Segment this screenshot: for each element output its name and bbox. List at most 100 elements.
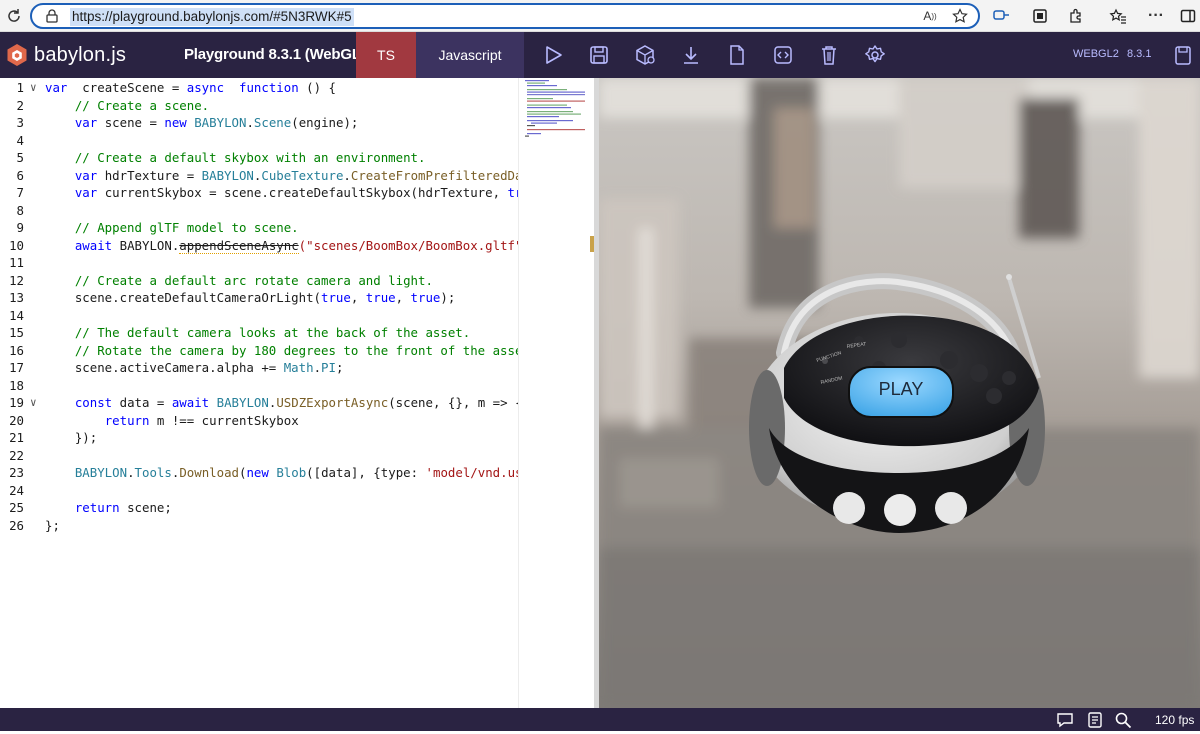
editor-minimap[interactable] (518, 78, 585, 708)
code-line[interactable]: 25 return scene; (0, 499, 518, 517)
code-token: , (395, 290, 411, 305)
inspector-icon[interactable] (634, 44, 656, 66)
line-number: 10 (9, 237, 24, 253)
code-line[interactable]: 24 (0, 482, 518, 500)
code-text[interactable]: // Rotate the camera by 180 degrees to t… (45, 342, 518, 360)
code-line[interactable]: 14 (0, 307, 518, 325)
code-text[interactable]: var createScene = async function () { (45, 79, 336, 97)
docs-icon[interactable] (1086, 711, 1104, 729)
code-text[interactable]: return scene; (45, 499, 172, 517)
tab-actions-icon[interactable] (1030, 6, 1050, 26)
code-token: currentSkybox = scene.createDefaultSkybo… (97, 185, 508, 200)
code-line[interactable]: 2 // Create a scene. (0, 97, 518, 115)
code-text[interactable]: // Create a default arc rotate camera an… (45, 272, 433, 290)
code-text[interactable]: scene.createDefaultCameraOrLight(true, t… (45, 289, 455, 307)
tab-label: TS (377, 47, 395, 63)
code-token: CubeTexture (261, 167, 344, 183)
code-line[interactable]: 26}; (0, 517, 518, 535)
code-token: function (238, 80, 299, 95)
code-line[interactable]: 9 // Append glTF model to scene. (0, 219, 518, 237)
more-options-icon[interactable]: ··· (1146, 6, 1166, 26)
favorites-icon[interactable] (1108, 6, 1128, 26)
code-text[interactable]: return m !== currentSkybox (45, 412, 299, 430)
code-line[interactable]: 22 (0, 447, 518, 465)
code-line[interactable]: 16 // Rotate the camera by 180 degrees t… (0, 342, 518, 360)
settings-icon[interactable] (864, 44, 886, 66)
code-text[interactable]: await BABYLON.appendSceneAsync("scenes/B… (45, 237, 518, 255)
fold-chevron-icon[interactable]: ∨ (30, 394, 37, 412)
engine-label[interactable]: WEBGL2 (1073, 48, 1119, 60)
split-screen-icon[interactable] (992, 6, 1012, 26)
render-canvas[interactable]: PLAY FUNCTION REPEAT RANDOM (599, 78, 1200, 708)
code-line[interactable]: 7 var currentSkybox = scene.createDefaul… (0, 184, 518, 202)
feedback-icon[interactable] (1056, 711, 1074, 729)
read-aloud-icon[interactable]: A)) (920, 6, 940, 26)
lock-icon[interactable] (42, 6, 62, 26)
tab-javascript[interactable]: Javascript (416, 32, 524, 78)
code-token: var (74, 185, 98, 200)
code-token: . (127, 465, 135, 480)
address-bar[interactable]: https://playground.babylonjs.com/#5N3RWK… (30, 3, 980, 29)
fold-chevron-icon[interactable]: ∨ (30, 79, 37, 97)
code-text[interactable]: // Create a default skybox with an envir… (45, 149, 426, 167)
code-text[interactable]: const data = await BABYLON.USDZExportAsy… (45, 394, 518, 412)
code-token: true (507, 185, 518, 200)
code-line[interactable]: 8 (0, 202, 518, 220)
code-text[interactable]: // Append glTF model to scene. (45, 219, 299, 237)
line-number: 26 (9, 517, 24, 533)
code-text[interactable]: BABYLON.Tools.Download(new Blob([data], … (45, 464, 518, 482)
code-text[interactable]: }; (45, 517, 60, 535)
code-token: // Create a default skybox with an envir… (74, 150, 426, 165)
code-line[interactable]: 20 return m !== currentSkybox (0, 412, 518, 430)
browser-toolbar: https://playground.babylonjs.com/#5N3RWK… (0, 0, 1200, 32)
code-line[interactable]: 1 ∨ var createScene = async function () { (0, 79, 518, 97)
format-code-icon[interactable] (772, 44, 794, 66)
favorite-star-icon[interactable] (950, 6, 970, 26)
reload-icon[interactable] (4, 6, 24, 26)
code-line[interactable]: 12 // Create a default arc rotate camera… (0, 272, 518, 290)
code-area[interactable]: 1 ∨ var createScene = async function () {2… (0, 78, 518, 708)
code-line[interactable]: 21 }); (0, 429, 518, 447)
code-token: return (74, 500, 120, 515)
url-text[interactable]: https://playground.babylonjs.com/#5N3RWK… (70, 8, 354, 26)
line-number: 6 (16, 167, 24, 183)
code-line[interactable]: 10 await BABYLON.appendSceneAsync("scene… (0, 237, 518, 255)
search-icon[interactable] (1114, 711, 1132, 729)
save-icon[interactable] (588, 44, 610, 66)
sidebar-toggle-icon[interactable] (1178, 6, 1198, 26)
code-text[interactable]: var currentSkybox = scene.createDefaultS… (45, 184, 518, 202)
version-label[interactable]: 8.3.1 (1127, 48, 1151, 60)
code-text[interactable]: // The default camera looks at the back … (45, 324, 470, 342)
download-icon[interactable] (680, 44, 702, 66)
line-number: 16 (9, 342, 24, 358)
new-file-icon[interactable] (726, 44, 748, 66)
line-number: 12 (9, 272, 24, 288)
examples-icon[interactable] (1172, 44, 1194, 66)
code-token: (engine); (291, 115, 359, 130)
code-line[interactable]: 18 (0, 377, 518, 395)
code-line[interactable]: 19 ∨ const data = await BABYLON.USDZExpor… (0, 394, 518, 412)
code-text[interactable]: }); (45, 429, 97, 447)
code-line[interactable]: 5 // Create a default skybox with an env… (0, 149, 518, 167)
code-text[interactable]: var scene = new BABYLON.Scene(engine); (45, 114, 359, 132)
extensions-icon[interactable] (1066, 6, 1086, 26)
code-line[interactable]: 11 (0, 254, 518, 272)
code-line[interactable]: 3 var scene = new BABYLON.Scene(engine); (0, 114, 518, 132)
code-token: // Create a scene. (74, 97, 210, 113)
code-line[interactable]: 17 scene.activeCamera.alpha += Math.PI; (0, 359, 518, 377)
code-line[interactable]: 6 var hdrTexture = BABYLON.CubeTexture.C… (0, 167, 518, 185)
code-text[interactable]: var hdrTexture = BABYLON.CubeTexture.Cre… (45, 167, 518, 185)
code-line[interactable]: 13 scene.createDefaultCameraOrLight(true… (0, 289, 518, 307)
code-text[interactable]: scene.activeCamera.alpha += Math.PI; (45, 359, 344, 377)
play-icon[interactable] (542, 44, 564, 66)
code-editor[interactable]: 1 ∨ var createScene = async function () {2… (0, 78, 594, 708)
code-line[interactable]: 23 BABYLON.Tools.Download(new Blob([data… (0, 464, 518, 482)
code-text[interactable]: // Create a scene. (45, 97, 209, 115)
code-line[interactable]: 15 // The default camera looks at the ba… (0, 324, 518, 342)
clear-icon[interactable] (818, 44, 840, 66)
code-token: true (365, 290, 396, 305)
babylon-logo[interactable]: babylon.js (6, 41, 126, 69)
code-line[interactable]: 4 (0, 132, 518, 150)
tab-typescript[interactable]: TS (356, 32, 416, 78)
